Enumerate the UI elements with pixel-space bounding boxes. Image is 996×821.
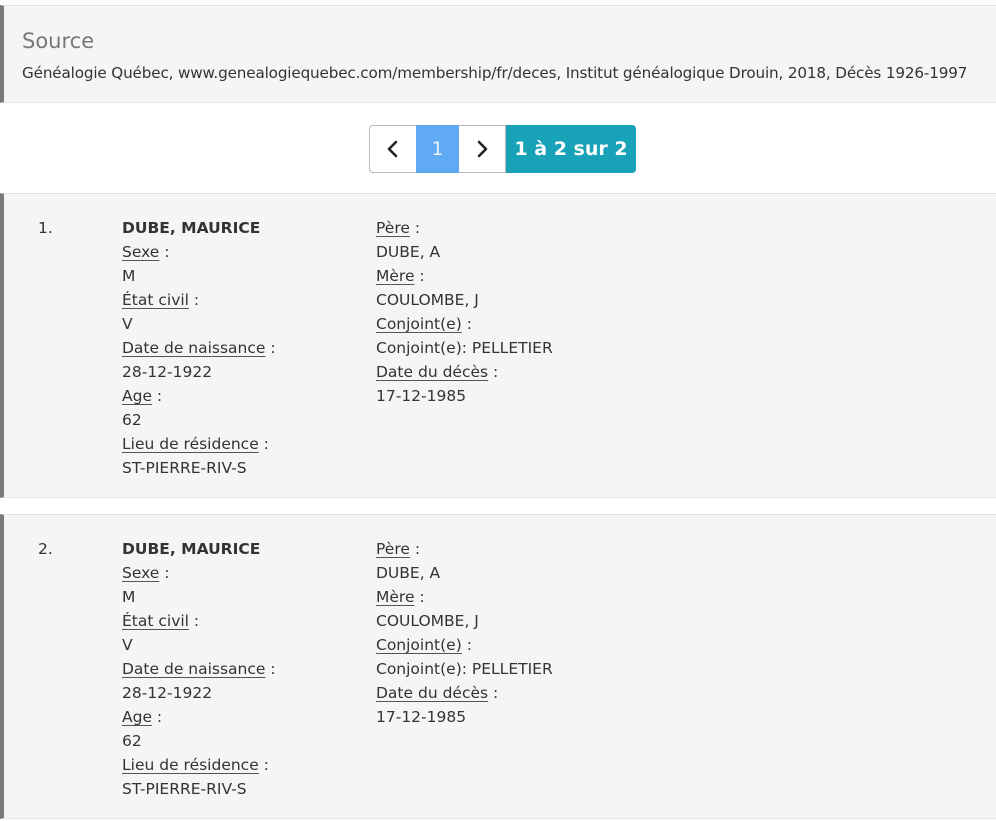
conjoint-value: Conjoint(e): PELLETIER — [376, 660, 553, 678]
record-right-column: Père : DUBE, A Mère : COULOMBE, J Conjoi… — [376, 216, 553, 408]
person-name: DUBE, MAURICE — [122, 540, 261, 558]
page-1-button[interactable]: 1 — [416, 125, 459, 173]
result-count-badge: 1 à 2 sur 2 — [506, 125, 636, 173]
age-value: 62 — [122, 732, 142, 750]
record-right-column: Père : DUBE, A Mère : COULOMBE, J Conjoi… — [376, 537, 553, 729]
sexe-label[interactable]: Sexe — [122, 243, 159, 261]
source-citation: Généalogie Québec, www.genealogiequebec.… — [22, 64, 968, 82]
label-colon: : — [265, 660, 276, 678]
pagination: 1 1 à 2 sur 2 — [369, 125, 636, 173]
etat-civil-value: V — [122, 315, 133, 333]
mere-label[interactable]: Mère — [376, 267, 414, 285]
etat-civil-label[interactable]: État civil — [122, 612, 189, 630]
pere-label[interactable]: Père — [376, 540, 410, 558]
date-naissance-value: 28-12-1922 — [122, 684, 213, 702]
source-panel: Source Généalogie Québec, www.genealogie… — [0, 5, 996, 103]
label-colon: : — [189, 612, 200, 630]
label-colon: : — [461, 636, 472, 654]
date-naissance-label[interactable]: Date de naissance — [122, 339, 265, 357]
pere-value: DUBE, A — [376, 564, 441, 582]
pere-value: DUBE, A — [376, 243, 441, 261]
date-deces-value: 17-12-1985 — [376, 387, 467, 405]
date-deces-label[interactable]: Date du décès — [376, 684, 488, 702]
lieu-residence-value: ST-PIERRE-RIV-S — [122, 780, 247, 798]
source-title: Source — [22, 29, 95, 53]
date-naissance-value: 28-12-1922 — [122, 363, 213, 381]
mere-value: COULOMBE, J — [376, 612, 479, 630]
age-label[interactable]: Age — [122, 387, 152, 405]
label-colon: : — [488, 684, 499, 702]
age-value: 62 — [122, 411, 142, 429]
label-colon: : — [409, 540, 421, 558]
date-naissance-label[interactable]: Date de naissance — [122, 660, 265, 678]
label-colon: : — [461, 315, 472, 333]
lieu-residence-value: ST-PIERRE-RIV-S — [122, 459, 247, 477]
age-label[interactable]: Age — [122, 708, 152, 726]
sexe-value: M — [122, 267, 136, 285]
etat-civil-label[interactable]: État civil — [122, 291, 189, 309]
label-colon: : — [409, 219, 421, 237]
sexe-value: M — [122, 588, 136, 606]
label-colon: : — [151, 708, 163, 726]
conjoint-label[interactable]: Conjoint(e) — [376, 636, 462, 654]
pere-label[interactable]: Père — [376, 219, 410, 237]
label-colon: : — [414, 588, 425, 606]
previous-page-button[interactable] — [369, 125, 416, 173]
label-colon: : — [258, 435, 269, 453]
date-deces-label[interactable]: Date du décès — [376, 363, 488, 381]
label-colon: : — [414, 267, 425, 285]
label-colon: : — [189, 291, 200, 309]
chevron-right-icon — [477, 140, 488, 158]
label-colon: : — [159, 564, 170, 582]
person-name: DUBE, MAURICE — [122, 219, 261, 237]
conjoint-label[interactable]: Conjoint(e) — [376, 315, 462, 333]
record-number: 1. — [38, 219, 53, 237]
label-colon: : — [265, 339, 276, 357]
conjoint-value: Conjoint(e): PELLETIER — [376, 339, 553, 357]
mere-value: COULOMBE, J — [376, 291, 479, 309]
record-card: 2. DUBE, MAURICE Sexe : M État civil : V… — [0, 514, 996, 819]
lieu-residence-label[interactable]: Lieu de résidence — [122, 756, 259, 774]
record-card: 1. DUBE, MAURICE Sexe : M État civil : V… — [0, 193, 996, 498]
next-page-button[interactable] — [459, 125, 506, 173]
label-colon: : — [151, 387, 163, 405]
label-colon: : — [488, 363, 499, 381]
record-left-column: DUBE, MAURICE Sexe : M État civil : V Da… — [122, 216, 276, 480]
sexe-label[interactable]: Sexe — [122, 564, 159, 582]
lieu-residence-label[interactable]: Lieu de résidence — [122, 435, 259, 453]
label-colon: : — [159, 243, 170, 261]
label-colon: : — [258, 756, 269, 774]
chevron-left-icon — [387, 140, 398, 158]
mere-label[interactable]: Mère — [376, 588, 414, 606]
record-left-column: DUBE, MAURICE Sexe : M État civil : V Da… — [122, 537, 276, 801]
date-deces-value: 17-12-1985 — [376, 708, 467, 726]
record-number: 2. — [38, 540, 53, 558]
etat-civil-value: V — [122, 636, 133, 654]
